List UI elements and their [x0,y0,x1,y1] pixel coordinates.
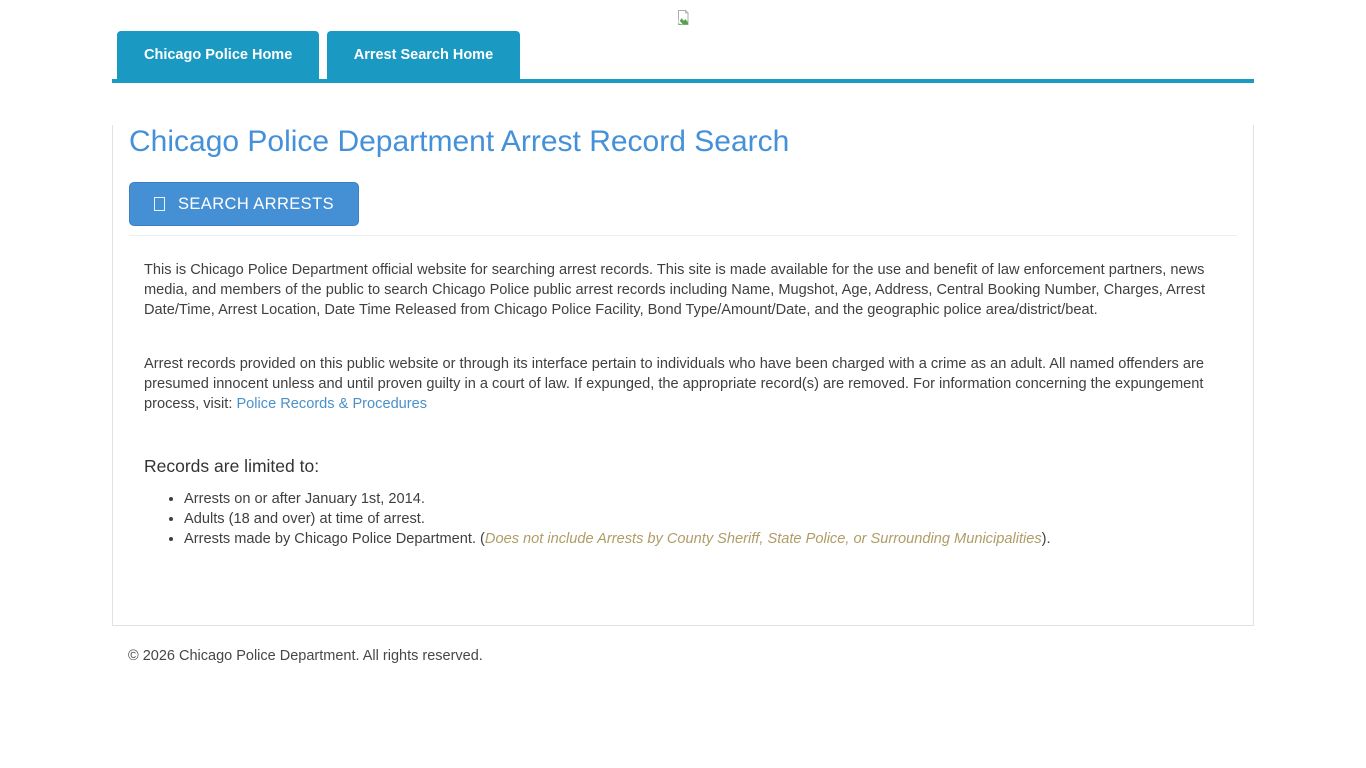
intro-paragraph: This is Chicago Police Department offici… [144,260,1229,320]
limits-list: Arrests on or after January 1st, 2014. A… [144,489,1229,549]
main-panel: Chicago Police Department Arrest Record … [112,125,1254,626]
list-item: Arrests made by Chicago Police Departmen… [184,529,1229,549]
tab-arrest-search-home[interactable]: Arrest Search Home [327,31,520,79]
broken-image-icon [674,9,692,26]
section-divider [129,235,1237,236]
limits-item3-suffix: ). [1042,531,1051,547]
nav-underline-bar [112,79,1254,83]
search-arrests-button[interactable]: SEARCH ARRESTS [129,182,359,226]
footer-copyright: © 2026 Chicago Police Department. All ri… [128,648,1238,664]
tab-chicago-police-home[interactable]: Chicago Police Home [117,31,319,79]
disclaimer-paragraph: Arrest records provided on this public w… [144,354,1229,414]
missing-glyph-square-icon [154,197,165,211]
header-logo-row [112,0,1254,26]
limits-item3-note: Does not include Arrests by County Sheri… [485,531,1042,547]
limits-item3-prefix: Arrests made by Chicago Police Departmen… [184,531,485,547]
list-item: Adults (18 and over) at time of arrest. [184,509,1229,529]
page-title: Chicago Police Department Arrest Record … [129,125,1237,159]
list-item: Arrests on or after January 1st, 2014. [184,489,1229,509]
tab-bar: Chicago Police Home Arrest Search Home [112,31,1254,79]
search-arrests-button-label: SEARCH ARRESTS [178,195,334,214]
limits-heading: Records are limited to: [144,456,1237,477]
page-container: Chicago Police Home Arrest Search Home C… [112,0,1254,664]
police-records-procedures-link[interactable]: Police Records & Procedures [236,396,427,412]
